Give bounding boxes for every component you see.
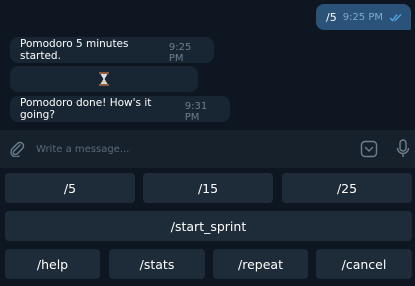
- message-text: Pomodoro done! How's it going?: [20, 97, 152, 121]
- outgoing-message[interactable]: /5 9:25 PM: [315, 4, 411, 30]
- message-time: 9:31 PM: [184, 101, 208, 123]
- keyboard-button-15[interactable]: /15: [143, 173, 273, 203]
- bot-keyboard: /5 /15 /25 /start_sprint /help /stats /r…: [0, 168, 415, 286]
- incoming-message[interactable]: Pomodoro 5 minutes started. 9:25 PM: [10, 37, 214, 64]
- attach-icon[interactable]: [8, 140, 26, 158]
- incoming-emoji-message[interactable]: [10, 66, 198, 92]
- message-input[interactable]: Write a message...: [36, 144, 359, 155]
- message-text: /5: [325, 10, 337, 24]
- keyboard-button-help[interactable]: /help: [5, 249, 100, 279]
- keyboard-button-start-sprint[interactable]: /start_sprint: [5, 211, 412, 241]
- keyboard-button-stats[interactable]: /stats: [109, 249, 205, 279]
- keyboard-button-repeat[interactable]: /repeat: [213, 249, 308, 279]
- message-time: 9:25 PM: [342, 11, 383, 23]
- incoming-message[interactable]: Pomodoro done! How's it going? 9:31 PM: [10, 96, 230, 123]
- microphone-icon[interactable]: [395, 139, 411, 159]
- message-time: 9:25 PM: [168, 42, 192, 64]
- keyboard-button-cancel[interactable]: /cancel: [316, 249, 412, 279]
- hourglass-icon: [99, 72, 109, 86]
- chat-history: /5 9:25 PM Pomodoro 5 minutes started. 9…: [0, 0, 415, 130]
- message-text: Pomodoro 5 minutes started.: [20, 38, 129, 62]
- message-composer: Write a message...: [0, 130, 415, 168]
- emoji-icon[interactable]: [359, 139, 379, 159]
- double-check-icon: [389, 13, 403, 22]
- keyboard-button-5[interactable]: /5: [5, 173, 135, 203]
- keyboard-button-25[interactable]: /25: [282, 173, 412, 203]
